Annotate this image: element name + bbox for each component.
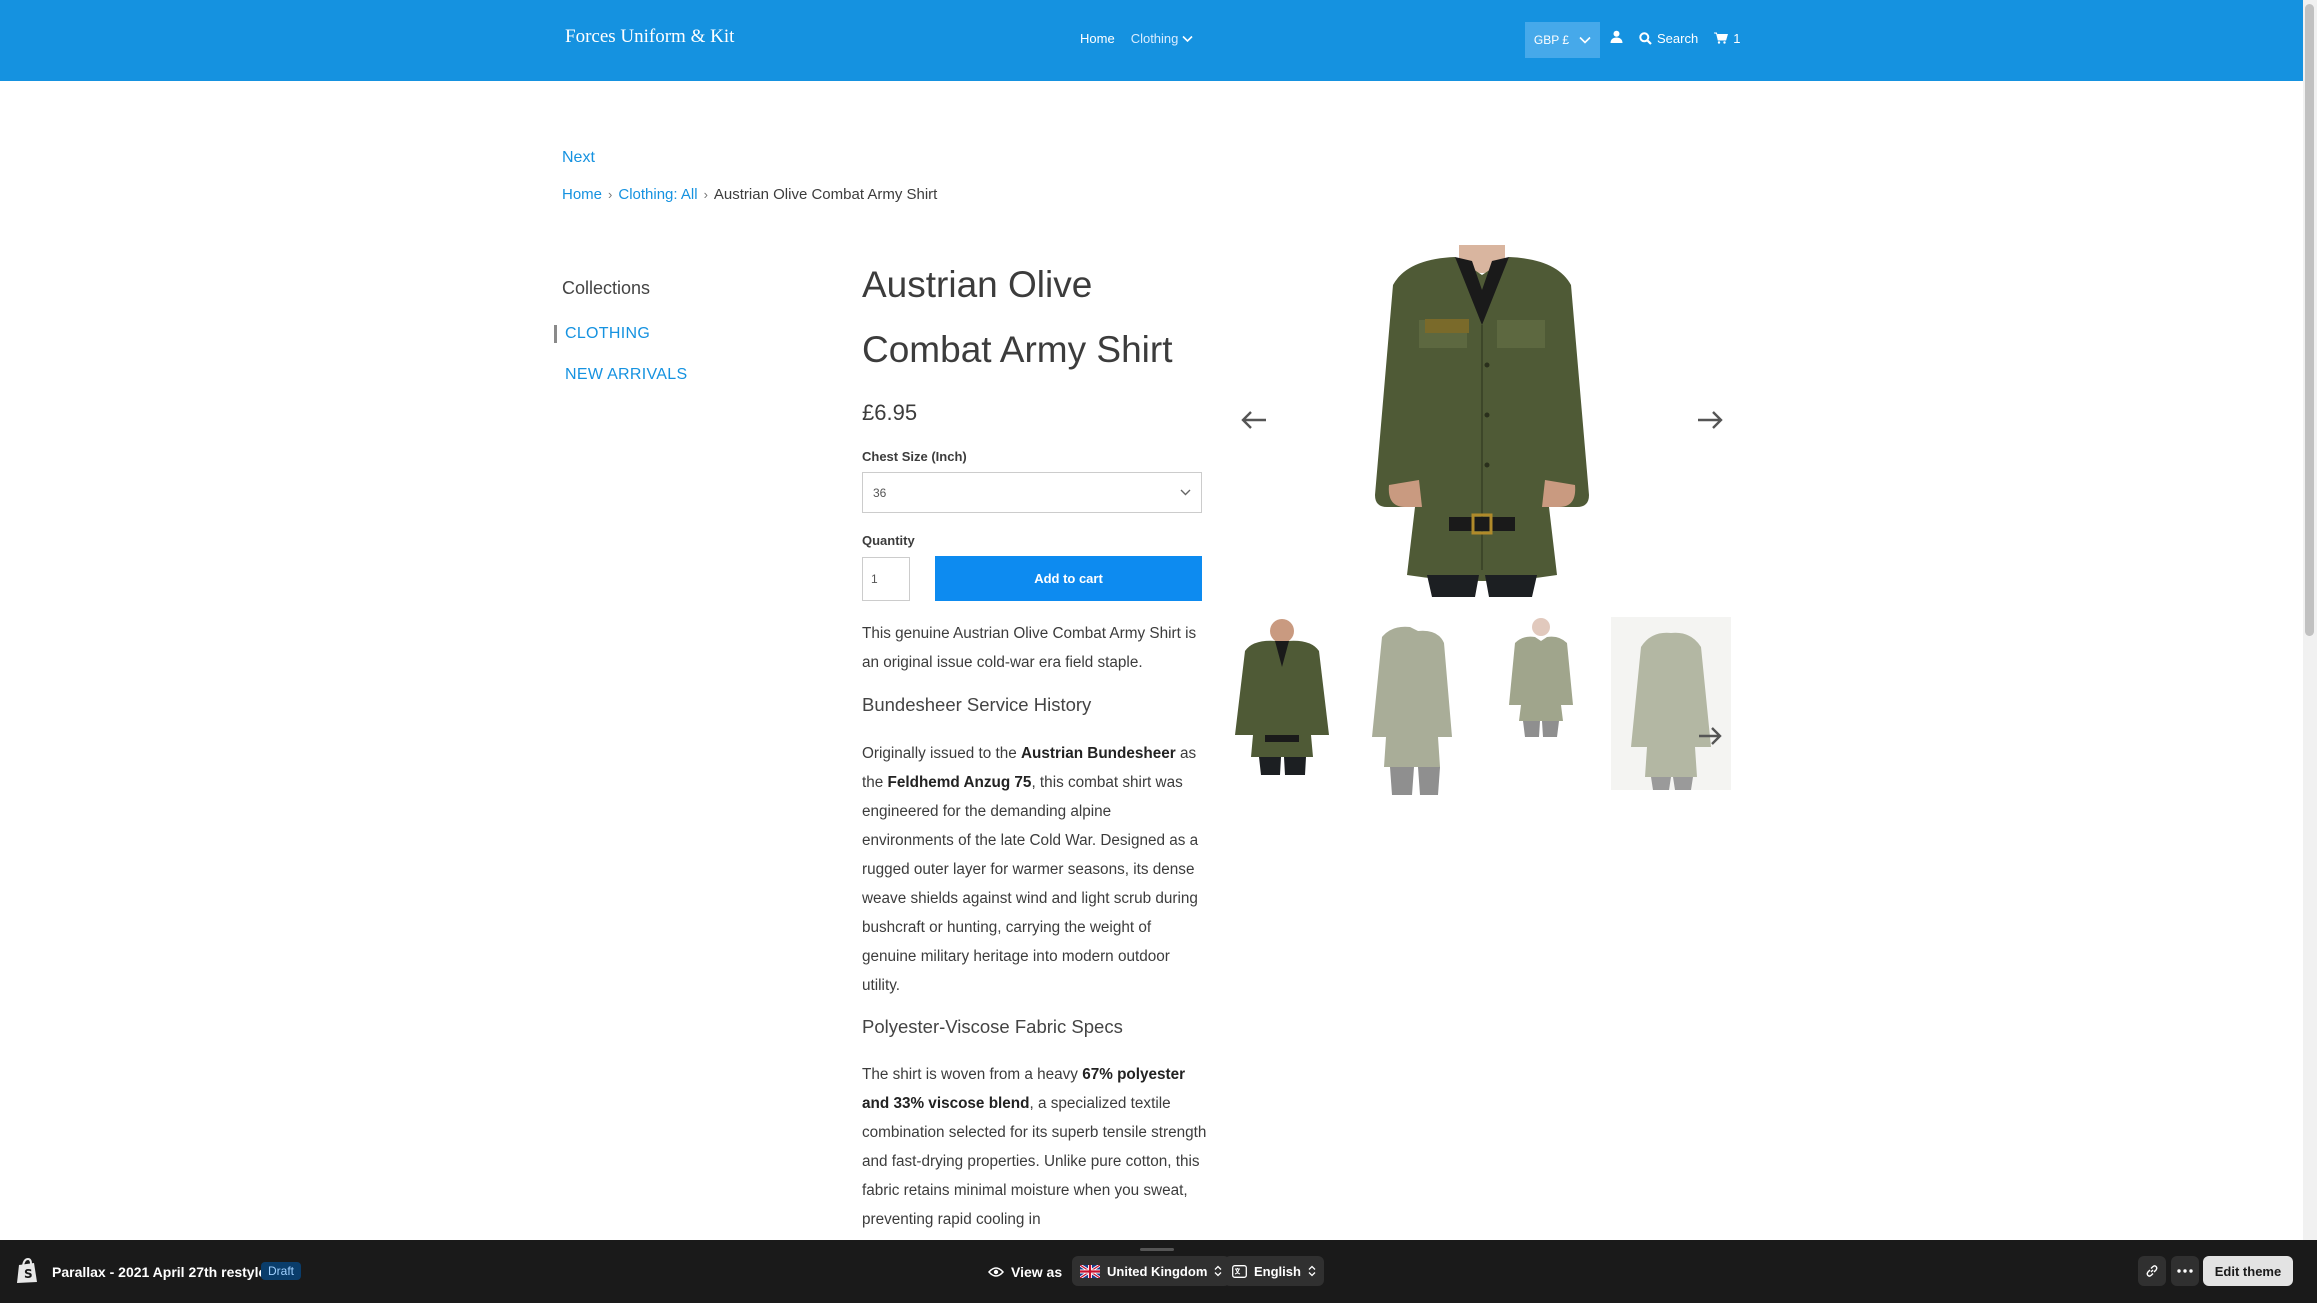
- product-main-image[interactable]: [1327, 245, 1637, 597]
- size-label: Chest Size (Inch): [862, 449, 967, 464]
- cart-icon: [1714, 32, 1729, 44]
- cart-count: 1: [1733, 30, 1741, 46]
- nav-clothing[interactable]: Clothing: [1131, 31, 1194, 46]
- search-icon: [1639, 31, 1652, 45]
- product-title-line2: Combat Army Shirt: [862, 329, 1173, 370]
- breadcrumb: Home › Clothing: All › Austrian Olive Co…: [562, 186, 937, 203]
- next-product-link[interactable]: Next: [562, 149, 595, 167]
- collections-heading: Collections: [562, 278, 651, 298]
- product-price: £6.95: [862, 400, 918, 425]
- header-actions: Search 1: [1610, 30, 1740, 46]
- page-scrollbar[interactable]: [2303, 0, 2317, 1240]
- nav-clothing-label: Clothing: [1130, 31, 1179, 46]
- status-badge: Draft: [261, 1262, 302, 1280]
- main-nav: Home Clothing: [1080, 31, 1193, 46]
- view-as-label: View as: [988, 1264, 1062, 1280]
- thumbnails-next-arrow-icon[interactable]: [1690, 716, 1730, 756]
- view-as-text: View as: [1011, 1264, 1063, 1280]
- quantity-label: Quantity: [862, 533, 915, 548]
- product-title: Austrian Olive Combat Army Shirt: [862, 252, 1222, 382]
- edit-theme-button[interactable]: Edit theme: [2203, 1256, 2293, 1286]
- history-paragraph: Originally issued to the Austrian Bundes…: [862, 739, 1207, 1000]
- breadcrumb-separator-icon: ›: [608, 187, 613, 202]
- section-heading-history: Bundesheer Service History: [862, 694, 1092, 715]
- breadcrumb-separator-icon: ›: [703, 187, 708, 202]
- product-intro: This genuine Austrian Olive Combat Army …: [862, 625, 1197, 671]
- eye-icon: [988, 1267, 1004, 1277]
- country-selector[interactable]: United Kingdom: [1072, 1256, 1231, 1286]
- theme-editor-bar: S Parallax - 2021 April 27th restyle Dra…: [0, 1240, 2317, 1303]
- cart-link[interactable]: 1: [1714, 31, 1740, 46]
- account-icon[interactable]: [1610, 30, 1623, 46]
- drag-handle[interactable]: [1140, 1248, 1174, 1251]
- chevron-down-icon: [1180, 489, 1191, 496]
- breadcrumb-home[interactable]: Home: [562, 186, 602, 203]
- search-label: Search: [1657, 30, 1699, 46]
- product-thumbnail-4[interactable]: [1611, 617, 1731, 790]
- language-selector[interactable]: English: [1224, 1256, 1324, 1286]
- more-options-icon[interactable]: [2171, 1256, 2199, 1286]
- text-run: , this combat shirt was engineered for t…: [862, 774, 1199, 994]
- translate-icon: [1232, 1264, 1247, 1278]
- theme-name: Parallax - 2021 April 27th restyle: [52, 1264, 267, 1280]
- product-thumbnail-3[interactable]: [1503, 617, 1579, 737]
- copy-link-icon[interactable]: [2138, 1256, 2166, 1286]
- section-heading-fabric: Polyester-Viscose Fabric Specs: [862, 1016, 1123, 1037]
- breadcrumb-category[interactable]: Clothing: All: [618, 186, 697, 203]
- store-logo[interactable]: Forces Uniform & Kit: [565, 26, 734, 48]
- chevron-down-icon: [1182, 35, 1193, 42]
- shopify-bag-icon: S: [17, 1258, 37, 1283]
- chest-size-value: 36: [873, 485, 887, 500]
- sidebar-item-clothing[interactable]: CLOTHING: [554, 325, 650, 343]
- text-run: The shirt is woven from a heavy: [862, 1066, 1083, 1083]
- scrollbar-thumb[interactable]: [2305, 4, 2314, 636]
- nav-home[interactable]: Home: [1080, 31, 1115, 46]
- text-run: , a specialized textile combination sele…: [862, 1095, 1207, 1228]
- gallery-next-arrow-icon[interactable]: [1690, 400, 1730, 440]
- language-value: English: [1254, 1263, 1301, 1279]
- chevron-down-icon: [1579, 36, 1591, 44]
- text-run: Originally issued to the: [862, 745, 1021, 762]
- sidebar-item-new-arrivals[interactable]: NEW ARRIVALS: [565, 366, 687, 384]
- breadcrumb-current: Austrian Olive Combat Army Shirt: [713, 186, 938, 203]
- uk-flag-icon: [1080, 1264, 1100, 1278]
- chest-size-select[interactable]: 36: [862, 472, 1202, 513]
- svg-text:S: S: [24, 1267, 33, 1281]
- text-bold: Feldhemd Anzug 75: [887, 774, 1032, 791]
- text-bold: Austrian Bundesheer: [1021, 745, 1176, 762]
- search-link[interactable]: Search: [1639, 31, 1698, 46]
- chevron-updown-icon: [1308, 1265, 1316, 1277]
- chevron-updown-icon: [1214, 1265, 1222, 1277]
- currency-value: GBP £: [1533, 33, 1570, 47]
- currency-selector[interactable]: GBP £: [1525, 22, 1600, 58]
- product-title-line1: Austrian Olive: [862, 264, 1093, 305]
- add-to-cart-button[interactable]: Add to cart: [935, 556, 1202, 601]
- quantity-input[interactable]: 1: [862, 557, 910, 601]
- product-thumbnail-1[interactable]: [1225, 617, 1340, 775]
- fabric-paragraph: The shirt is woven from a heavy 67% poly…: [862, 1060, 1207, 1238]
- country-value: United Kingdom: [1107, 1263, 1208, 1279]
- gallery-prev-arrow-icon[interactable]: [1234, 400, 1274, 440]
- product-thumbnail-2[interactable]: [1360, 617, 1460, 795]
- site-header: Forces Uniform & Kit Home Clothing GBP £…: [0, 0, 2303, 81]
